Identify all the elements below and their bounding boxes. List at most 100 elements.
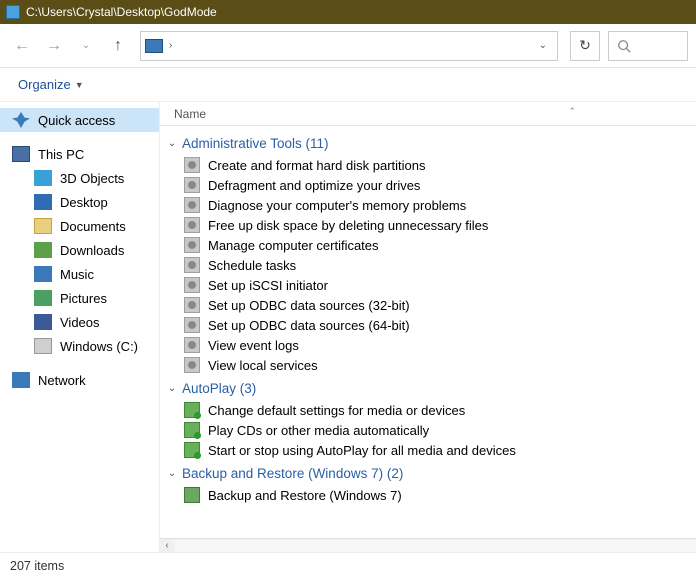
chevron-down-icon: ⌄ <box>166 468 178 479</box>
pc-icon <box>12 146 30 162</box>
back-button[interactable]: ← <box>8 32 36 60</box>
list-item[interactable]: Set up iSCSI initiator <box>166 275 696 295</box>
nav-label: Pictures <box>60 291 107 306</box>
item-icon <box>184 422 200 438</box>
navigation-toolbar: ← → ⌄ ↑ › ⌄ ↻ <box>0 24 696 68</box>
item-label: Free up disk space by deleting unnecessa… <box>208 218 488 233</box>
nav-label: This PC <box>38 147 84 162</box>
content-pane: Name ⌃ ⌄ Administrative Tools (11) Create … <box>160 102 696 552</box>
item-label: Play CDs or other media automatically <box>208 423 429 438</box>
list-item[interactable]: Change default settings for media or dev… <box>166 400 696 420</box>
list-item[interactable]: Set up ODBC data sources (32-bit) <box>166 295 696 315</box>
group-header[interactable]: ⌄ Administrative Tools (11) <box>166 130 696 155</box>
item-icon <box>184 317 200 333</box>
group-name: Backup and Restore (Windows 7) (2) <box>182 466 403 481</box>
videos-icon <box>34 314 52 330</box>
pin-icon <box>12 112 30 128</box>
list-item[interactable]: View local services <box>166 355 696 375</box>
status-item-count: 207 items <box>10 559 64 573</box>
nav-pictures[interactable]: Pictures <box>0 286 159 310</box>
nav-label: Documents <box>60 219 126 234</box>
address-caret-icon: › <box>169 40 172 51</box>
nav-desktop[interactable]: Desktop <box>0 190 159 214</box>
item-icon <box>184 297 200 313</box>
status-bar: 207 items <box>0 552 696 578</box>
item-label: Diagnose your computer's memory problems <box>208 198 466 213</box>
sort-caret-icon: ⌃ <box>568 106 576 117</box>
list-item[interactable]: Schedule tasks <box>166 255 696 275</box>
nav-quick-access[interactable]: Quick access <box>0 108 159 132</box>
chevron-down-icon: ⌄ <box>166 138 178 149</box>
nav-label: Downloads <box>60 243 124 258</box>
cube-icon <box>34 170 52 186</box>
item-icon <box>184 237 200 253</box>
horizontal-scrollbar[interactable]: ‹ <box>160 538 696 552</box>
scroll-left-arrow[interactable]: ‹ <box>160 540 174 551</box>
forward-button[interactable]: → <box>40 32 68 60</box>
nav-documents[interactable]: Documents <box>0 214 159 238</box>
nav-label: Videos <box>60 315 100 330</box>
item-icon <box>184 337 200 353</box>
item-label: Backup and Restore (Windows 7) <box>208 488 402 503</box>
up-button[interactable]: ↑ <box>104 32 132 60</box>
list-item[interactable]: Create and format hard disk partitions <box>166 155 696 175</box>
nav-downloads[interactable]: Downloads <box>0 238 159 262</box>
organize-label: Organize <box>18 77 71 92</box>
item-icon <box>184 257 200 273</box>
item-label: View event logs <box>208 338 299 353</box>
item-icon <box>184 197 200 213</box>
chevron-down-icon: ⌄ <box>166 383 178 394</box>
item-icon <box>184 277 200 293</box>
music-icon <box>34 266 52 282</box>
list-item[interactable]: Start or stop using AutoPlay for all med… <box>166 440 696 460</box>
nav-network[interactable]: Network <box>0 368 159 392</box>
nav-3d-objects[interactable]: 3D Objects <box>0 166 159 190</box>
item-label: Start or stop using AutoPlay for all med… <box>208 443 516 458</box>
item-icon <box>184 487 200 503</box>
item-label: Change default settings for media or dev… <box>208 403 465 418</box>
list-item[interactable]: Free up disk space by deleting unnecessa… <box>166 215 696 235</box>
group-header[interactable]: ⌄ Backup and Restore (Windows 7) (2) <box>166 460 696 485</box>
documents-icon <box>34 218 52 234</box>
item-icon <box>184 357 200 373</box>
group-name: AutoPlay (3) <box>182 381 256 396</box>
nav-music[interactable]: Music <box>0 262 159 286</box>
list-item[interactable]: Play CDs or other media automatically <box>166 420 696 440</box>
nav-windows-c[interactable]: Windows (C:) <box>0 334 159 358</box>
navigation-pane: Quick access This PC 3D Objects Desktop … <box>0 102 160 552</box>
scroll-track[interactable] <box>174 540 696 552</box>
nav-label: Windows (C:) <box>60 339 138 354</box>
address-dropdown-caret[interactable]: ⌄ <box>533 40 553 51</box>
command-bar: Organize ▼ <box>0 68 696 102</box>
nav-this-pc[interactable]: This PC <box>0 142 159 166</box>
search-box[interactable] <box>608 31 688 61</box>
nav-label: Music <box>60 267 94 282</box>
item-label: View local services <box>208 358 318 373</box>
item-label: Set up ODBC data sources (32-bit) <box>208 298 410 313</box>
organize-button[interactable]: Organize ▼ <box>12 73 90 96</box>
group-header[interactable]: ⌄ AutoPlay (3) <box>166 375 696 400</box>
column-header-name[interactable]: Name <box>174 107 206 121</box>
downloads-icon <box>34 242 52 258</box>
recent-caret[interactable]: ⌄ <box>72 32 100 60</box>
pictures-icon <box>34 290 52 306</box>
title-bar: C:\Users\Crystal\Desktop\GodMode <box>0 0 696 24</box>
nav-label: Network <box>38 373 86 388</box>
list-item[interactable]: Defragment and optimize your drives <box>166 175 696 195</box>
refresh-button[interactable]: ↻ <box>570 31 600 61</box>
list-item[interactable]: Backup and Restore (Windows 7) <box>166 485 696 505</box>
item-label: Set up ODBC data sources (64-bit) <box>208 318 410 333</box>
nav-videos[interactable]: Videos <box>0 310 159 334</box>
nav-label: Quick access <box>38 113 115 128</box>
nav-label: 3D Objects <box>60 171 124 186</box>
address-bar[interactable]: › ⌄ <box>140 31 558 61</box>
item-label: Manage computer certificates <box>208 238 379 253</box>
list-item[interactable]: Set up ODBC data sources (64-bit) <box>166 315 696 335</box>
list-item[interactable]: View event logs <box>166 335 696 355</box>
group-name: Administrative Tools (11) <box>182 136 329 151</box>
list-item[interactable]: Manage computer certificates <box>166 235 696 255</box>
item-label: Create and format hard disk partitions <box>208 158 426 173</box>
item-icon <box>184 217 200 233</box>
list-item[interactable]: Diagnose your computer's memory problems <box>166 195 696 215</box>
items-view[interactable]: ⌄ Administrative Tools (11) Create and for… <box>160 126 696 538</box>
